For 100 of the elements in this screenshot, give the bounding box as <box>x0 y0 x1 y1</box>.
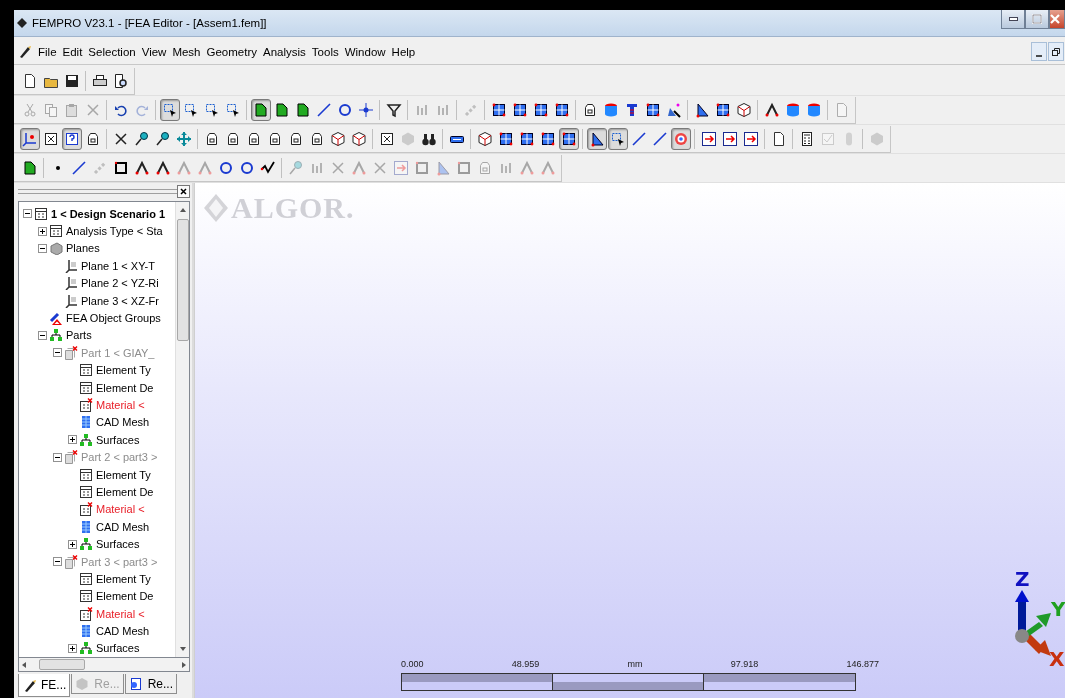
right-arrow-icon <box>181 660 187 669</box>
grid-icon <box>490 101 507 118</box>
tree-item[interactable]: Planes <box>66 242 100 255</box>
tree-item[interactable]: Element Ty <box>96 468 151 481</box>
tree-item[interactable]: Material < <box>96 607 145 620</box>
toolbar-button[interactable] <box>159 98 180 121</box>
menu-item[interactable]: Mesh <box>169 45 204 58</box>
toolbar-button[interactable] <box>61 127 82 150</box>
tree-toggle[interactable] <box>53 452 64 462</box>
cursor-icon <box>203 101 220 118</box>
tree-item[interactable]: Material < <box>96 399 145 411</box>
target-icon <box>672 130 689 147</box>
collapse-icon <box>38 243 47 253</box>
axis-label: Y <box>1051 597 1065 621</box>
tree-item[interactable]: Plane 1 < XY-T <box>81 259 155 272</box>
menu-item[interactable]: View <box>138 45 170 58</box>
scrollbar[interactable] <box>18 658 190 672</box>
tree-item[interactable]: Element Ty <box>96 364 151 377</box>
tree-item[interactable]: Element De <box>96 381 154 394</box>
tree-item[interactable]: Surfaces <box>96 642 140 655</box>
cylinder-icon <box>805 101 822 118</box>
restore-button[interactable] <box>1048 42 1064 61</box>
menu-item[interactable]: Edit <box>59 45 86 58</box>
tree-toggle[interactable] <box>38 243 49 253</box>
tree-toggle[interactable] <box>68 643 79 653</box>
tree-item[interactable]: CAD Mesh <box>96 625 150 638</box>
grid-icon <box>532 101 549 118</box>
sheet-icon <box>34 206 48 221</box>
sheet-icon <box>79 484 93 499</box>
tree-item[interactable]: Surfaces <box>96 538 140 551</box>
tree-toggle[interactable] <box>38 330 49 340</box>
tree-item[interactable]: Material < <box>96 503 145 516</box>
tree-item[interactable]: Part 2 < part3 > <box>81 451 158 464</box>
tree-toggle[interactable] <box>38 226 49 236</box>
tree-item[interactable]: Surfaces <box>96 433 140 446</box>
cursor-icon <box>224 101 241 118</box>
sheet-icon <box>79 363 93 378</box>
hierarchy-icon <box>79 641 93 656</box>
grid-icon <box>511 101 528 118</box>
tree-toggle[interactable] <box>53 348 64 358</box>
scale-label: 97.918 <box>730 659 759 669</box>
tree-item[interactable]: Parts <box>66 329 92 342</box>
tree-toggle[interactable] <box>68 539 79 549</box>
menu-item[interactable]: Tools <box>308 45 342 58</box>
scroll-thumb[interactable] <box>39 659 85 670</box>
menu-item[interactable]: Analysis <box>260 45 309 58</box>
tree-item[interactable]: Element De <box>96 590 154 603</box>
tree-item[interactable]: Part 3 < part3 > <box>81 555 158 568</box>
arc-icon <box>196 159 213 176</box>
panel-tab[interactable]: Re... <box>124 674 178 694</box>
menu-item[interactable]: Selection <box>85 45 139 58</box>
tree-item[interactable]: FEA Object Groups <box>66 312 161 325</box>
plane-icon <box>64 293 78 308</box>
minimize-button[interactable] <box>1031 42 1047 61</box>
tree-toggle[interactable] <box>23 209 34 219</box>
question-icon <box>63 130 80 147</box>
tree-toggle[interactable] <box>68 435 79 445</box>
part-icon <box>64 554 78 569</box>
toolbar-button[interactable] <box>607 127 628 150</box>
tree-item[interactable]: Element De <box>96 485 154 498</box>
plane-icon <box>64 276 78 291</box>
sheet-icon <box>79 571 93 586</box>
minimize-button[interactable] <box>1001 10 1025 29</box>
plane-icon <box>64 258 78 273</box>
close-button[interactable] <box>177 184 190 198</box>
scroll-thumb[interactable] <box>176 219 189 341</box>
toolbar-button[interactable] <box>586 127 607 150</box>
hierarchy-icon <box>49 328 63 343</box>
tree-item[interactable]: Part 1 < GIAY_ <box>81 346 155 359</box>
sheet-icon <box>79 467 93 482</box>
menu-item[interactable]: Help <box>388 45 419 58</box>
toolbar-button[interactable] <box>558 127 579 150</box>
toolbar-button[interactable] <box>250 98 271 121</box>
tree-item[interactable]: Analysis Type < Sta <box>66 225 163 238</box>
line-icon <box>70 159 87 176</box>
tree-item[interactable]: Plane 3 < XZ-Fr <box>81 294 159 307</box>
cylinder-icon <box>784 101 801 118</box>
tree-item[interactable]: CAD Mesh <box>96 416 150 429</box>
sheet-x-icon <box>79 398 93 412</box>
spline-icon <box>259 159 276 176</box>
solid-icon <box>294 101 311 118</box>
panel-tab[interactable]: FE... <box>18 674 71 697</box>
tree-item[interactable]: 1 < Design Scenario 1 <box>51 207 166 220</box>
minimize-icon <box>1036 54 1042 57</box>
tree-toggle[interactable] <box>53 557 64 566</box>
line-icon <box>630 130 647 147</box>
cube-icon <box>476 130 493 147</box>
menu-item[interactable]: File <box>35 45 60 58</box>
tree-item[interactable]: Element Ty <box>96 572 151 585</box>
menu-item[interactable]: Geometry <box>203 45 260 58</box>
tree-item[interactable]: Plane 2 < YZ-Ri <box>81 277 159 290</box>
grid-icon <box>539 130 556 147</box>
magnifier-icon <box>112 72 129 89</box>
cylinder-icon <box>602 101 619 118</box>
restore-icon <box>1051 46 1061 57</box>
menu-item[interactable]: Window <box>341 45 389 58</box>
tree-item[interactable]: CAD Mesh <box>96 520 150 533</box>
mesh-icon <box>79 624 93 639</box>
diamond-icon <box>17 18 27 28</box>
arc-icon <box>133 159 150 176</box>
